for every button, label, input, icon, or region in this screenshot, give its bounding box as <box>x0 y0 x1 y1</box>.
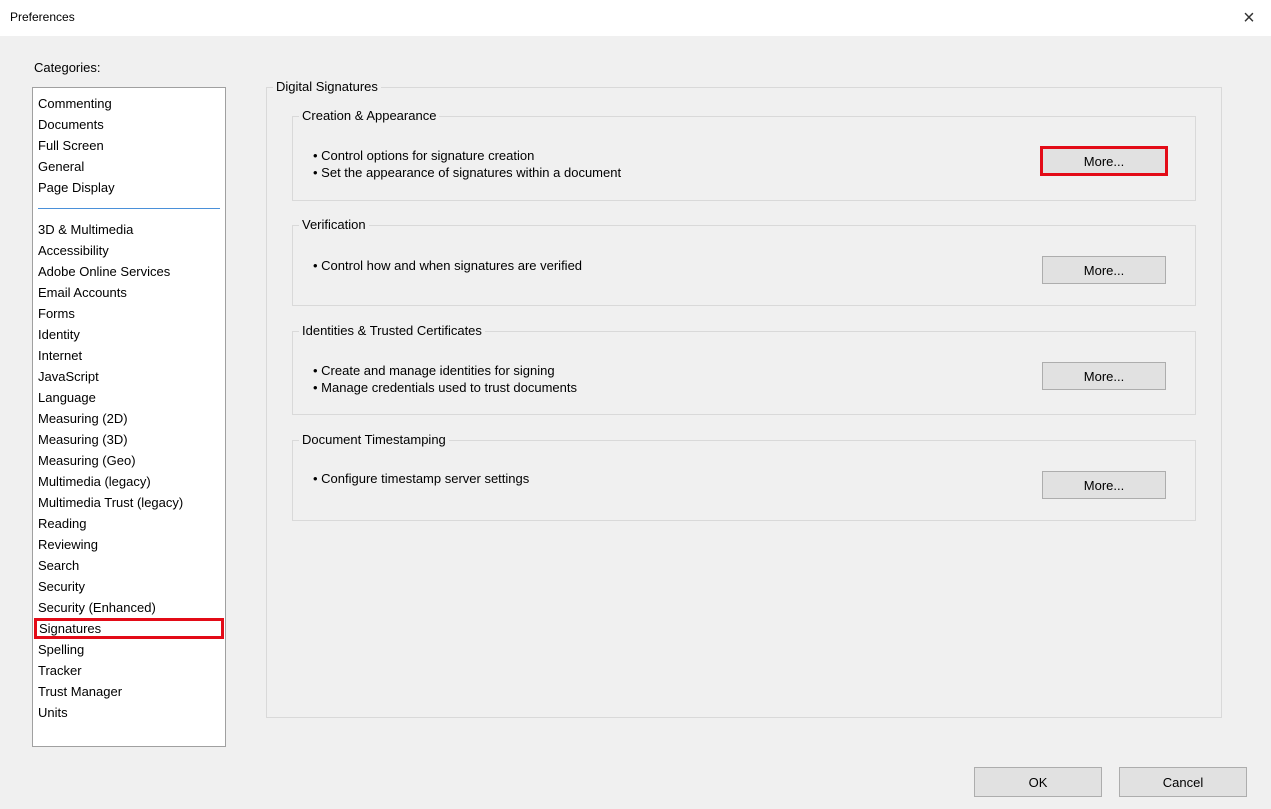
list-item-measuring-geo[interactable]: Measuring (Geo) <box>36 450 222 471</box>
list-separator <box>38 208 220 209</box>
list-item-internet[interactable]: Internet <box>36 345 222 366</box>
list-item-identity[interactable]: Identity <box>36 324 222 345</box>
list-item-multimedia-legacy[interactable]: Multimedia (legacy) <box>36 471 222 492</box>
creation-more-button[interactable]: More... <box>1040 146 1168 176</box>
list-item-multimedia-trust-legacy[interactable]: Multimedia Trust (legacy) <box>36 492 222 513</box>
list-item-security[interactable]: Security <box>36 576 222 597</box>
list-item-documents[interactable]: Documents <box>36 114 222 135</box>
digital-signatures-title: Digital Signatures <box>273 79 381 94</box>
list-item-security-enhanced[interactable]: Security (Enhanced) <box>36 597 222 618</box>
identities-more-button[interactable]: More... <box>1042 362 1166 390</box>
title-bar: Preferences × <box>0 0 1271 36</box>
list-item-forms[interactable]: Forms <box>36 303 222 324</box>
list-item-email-accounts[interactable]: Email Accounts <box>36 282 222 303</box>
creation-bullet-1: • Control options for signature creation <box>313 148 535 163</box>
cancel-button[interactable]: Cancel <box>1119 767 1247 797</box>
verification-bullet-1: • Control how and when signatures are ve… <box>313 258 583 273</box>
timestamping-title: Document Timestamping <box>299 432 449 447</box>
list-item-units[interactable]: Units <box>36 702 222 723</box>
creation-bullet-2: • Set the appearance of signatures withi… <box>313 165 622 180</box>
list-item-reading[interactable]: Reading <box>36 513 222 534</box>
list-item-commenting[interactable]: Commenting <box>36 93 222 114</box>
categories-label: Categories: <box>34 60 101 75</box>
verification-title: Verification <box>299 217 369 232</box>
timestamping-bullet-1: • Configure timestamp server settings <box>313 471 530 486</box>
list-item-tracker[interactable]: Tracker <box>36 660 222 681</box>
list-item-page-display[interactable]: Page Display <box>36 177 222 198</box>
list-item-javascript[interactable]: JavaScript <box>36 366 222 387</box>
list-item-spelling[interactable]: Spelling <box>36 639 222 660</box>
identities-bullet-2: • Manage credentials used to trust docum… <box>313 380 577 395</box>
list-item-accessibility[interactable]: Accessibility <box>36 240 222 261</box>
list-item-general[interactable]: General <box>36 156 222 177</box>
creation-appearance-title: Creation & Appearance <box>299 108 440 123</box>
list-item-trust-manager[interactable]: Trust Manager <box>36 681 222 702</box>
timestamping-more-button[interactable]: More... <box>1042 471 1166 499</box>
list-item-reviewing[interactable]: Reviewing <box>36 534 222 555</box>
list-item-search[interactable]: Search <box>36 555 222 576</box>
list-item-3d-multimedia[interactable]: 3D & Multimedia <box>36 219 222 240</box>
list-item-full-screen[interactable]: Full Screen <box>36 135 222 156</box>
categories-list[interactable]: Commenting Documents Full Screen General… <box>32 87 226 747</box>
list-item-language[interactable]: Language <box>36 387 222 408</box>
list-item-measuring-2d[interactable]: Measuring (2D) <box>36 408 222 429</box>
window-title: Preferences <box>10 10 75 24</box>
identities-bullet-1: • Create and manage identities for signi… <box>313 363 555 378</box>
close-icon[interactable]: × <box>1235 4 1263 32</box>
list-item-measuring-3d[interactable]: Measuring (3D) <box>36 429 222 450</box>
list-item-signatures[interactable]: Signatures <box>34 618 224 639</box>
ok-button[interactable]: OK <box>974 767 1102 797</box>
list-item-adobe-online-services[interactable]: Adobe Online Services <box>36 261 222 282</box>
verification-more-button[interactable]: More... <box>1042 256 1166 284</box>
identities-title: Identities & Trusted Certificates <box>299 323 485 338</box>
